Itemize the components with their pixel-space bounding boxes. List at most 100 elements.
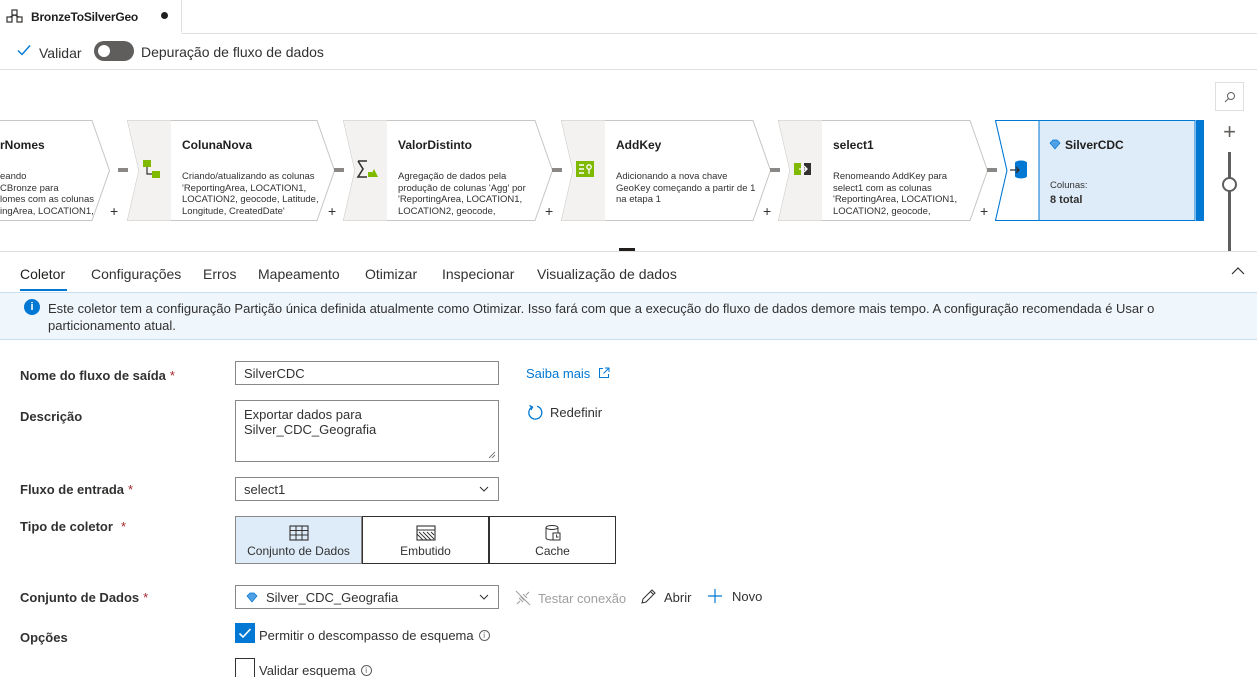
node-description: Adicionando a nova chave GeoKey começand… [616,171,756,206]
toggle-knob [98,45,110,57]
zoom-slider-knob[interactable] [1222,177,1237,192]
tab-otimizar[interactable]: Otimizar [365,266,417,282]
panel-resize-handle[interactable] [619,248,635,251]
node-title: select1 [833,138,874,152]
node-select1[interactable]: select1 Renomeando AddKey para select1 c… [778,120,988,221]
columns-label: Colunas: [1050,180,1088,191]
node-valordistinto[interactable]: ValorDistinto Agregação de dados pela pr… [343,120,553,221]
checkmark-icon [238,628,252,639]
info-message-bar: i Este coletor tem a configuração Partiç… [0,292,1257,340]
external-link-icon [598,367,610,378]
dataflow-canvas[interactable]: rNomes eando CBronze para lomes com as c… [0,70,1257,252]
open-dataset-button[interactable]: Abrir [640,589,691,605]
chevron-down-icon [479,486,489,492]
node-description: Renomeando AddKey para select1 com as co… [833,171,958,217]
allow-schema-drift-label: Permitir o descompasso de esquema i [259,628,490,643]
active-tab-indicator [20,289,67,291]
debug-toggle[interactable] [94,41,134,61]
derived-column-icon [143,160,160,178]
description-textarea[interactable]: Exportar dados para Silver_CDC_Geografia [235,400,499,462]
dataflow-icon [6,9,23,23]
canvas-search-button[interactable] [1215,82,1244,111]
sink-type-label: Conjunto de Dados [247,544,350,558]
toolbar: Validar Depuração de fluxo de dados [0,34,1257,70]
test-connection-button[interactable]: Testar conexão [515,590,626,606]
output-stream-input[interactable]: SilverCDC [235,361,499,385]
sink-type-dataset[interactable]: Conjunto de Dados [235,516,362,564]
add-transform-button[interactable]: + [980,203,988,219]
zoom-slider-track[interactable] [1228,152,1231,251]
output-stream-label: Nome do fluxo de saída * [20,368,175,383]
tab-title: BronzeToSilverGeo [31,10,139,24]
validate-schema-checkbox[interactable] [235,658,255,677]
options-label: Opções [20,630,68,645]
sink-type-cache[interactable]: Cache [489,516,616,564]
select-icon [794,163,811,175]
validate-schema-label: Validar esquema i [259,663,372,677]
allow-schema-drift-checkbox[interactable] [235,623,255,643]
document-tabstrip: BronzeToSilverGeo [0,0,1257,34]
sink-icon [1010,160,1027,179]
learn-more-link[interactable]: Saiba mais [526,366,610,381]
tab-bronzetosilvergeo[interactable]: BronzeToSilverGeo [0,0,182,34]
add-transform-button[interactable]: + [545,203,553,219]
info-icon[interactable]: i [478,630,490,641]
columns-value: 8 total [1050,194,1083,206]
add-transform-button[interactable]: + [110,203,118,219]
resize-grip-icon[interactable] [488,451,496,459]
sink-type-label: Embutido [400,544,451,558]
sink-type-label: Cache [535,544,570,558]
zoom-in-button[interactable]: + [1215,118,1244,147]
add-transform-button[interactable]: + [763,203,771,219]
sink-type-inline[interactable]: Embutido [362,516,489,564]
description-label: Descrição [20,409,83,424]
checkmark-icon[interactable] [16,42,32,58]
node-title: ValorDistinto [398,138,473,152]
search-icon [1224,92,1235,103]
surrogate-key-icon [576,161,594,177]
node-description: eando CBronze para lomes com as colunas … [0,171,94,217]
info-icon[interactable]: i [360,665,372,676]
node-title: rNomes [0,138,45,152]
reset-button[interactable]: Redefinir [527,404,602,421]
dataset-select[interactable]: Silver_CDC_Geografia [235,585,499,609]
inline-dataset-icon [415,525,436,541]
input-stream-select[interactable]: select1 [235,477,499,501]
tab-visualizacao-de-dados[interactable]: Visualização de dados [537,266,677,282]
node-silvercdc[interactable]: SilverCDC Colunas: 8 total [995,120,1204,221]
cache-icon [545,525,560,541]
refresh-icon [528,404,543,420]
node-addkey[interactable]: AddKey Adicionando a nova chave GeoKey c… [561,120,771,221]
dataset-diamond-icon [1049,139,1061,150]
property-tabs: Coletor Configurações Erros Mapeamento O… [0,252,1257,292]
plug-icon [515,590,531,606]
node-title: AddKey [616,138,662,152]
aggregate-icon [356,160,378,178]
node-title: SilverCDC [1065,138,1124,152]
add-transform-button[interactable]: + [328,203,336,219]
edit-pencil-icon [641,589,656,604]
plus-icon [708,589,722,603]
new-dataset-button[interactable]: Novo [708,589,762,604]
tab-configuracoes[interactable]: Configurações [91,266,181,282]
tab-inspecionar[interactable]: Inspecionar [442,266,514,282]
sink-type-label: Tipo de coletor * [20,519,126,534]
node-colunanova[interactable]: ColunaNova Criando/atualizando as coluna… [127,120,336,221]
node-rnomes[interactable]: rNomes eando CBronze para lomes com as c… [0,120,118,221]
input-stream-label: Fluxo de entrada * [20,482,134,497]
node-description: Agregação de dados pela produção de colu… [398,171,526,217]
table-icon [288,525,309,541]
debug-label: Depuração de fluxo de dados [141,44,324,60]
chevron-up-icon[interactable] [1231,266,1245,276]
description-value: Exportar dados para Silver_CDC_Geografia [244,407,377,437]
dataset-diamond-icon [246,592,258,603]
validate-button[interactable]: Validar [39,45,82,61]
tab-mapeamento[interactable]: Mapeamento [258,266,340,282]
tab-coletor[interactable]: Coletor [20,266,65,282]
input-stream-value: select1 [244,482,286,497]
node-title: ColunaNova [182,138,253,152]
tab-erros[interactable]: Erros [203,266,236,282]
node-description: Criando/atualizando as colunas 'Reportin… [182,171,319,217]
dataset-value: Silver_CDC_Geografia [266,590,399,605]
unsaved-indicator [161,12,168,19]
